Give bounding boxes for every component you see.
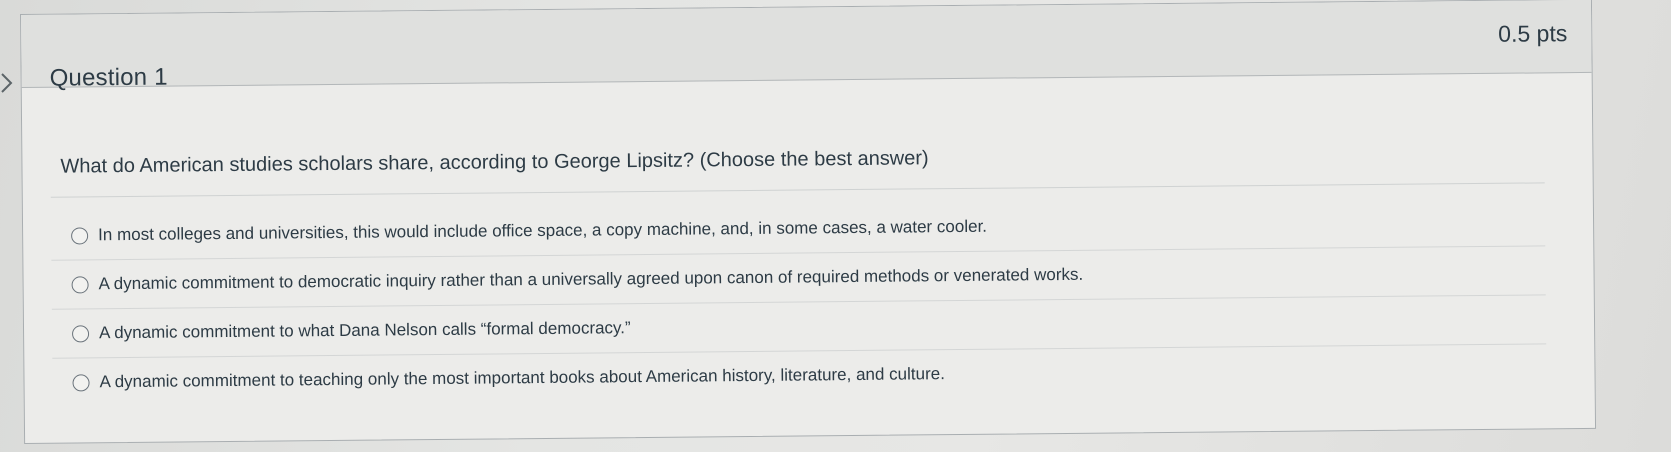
answer-label: A dynamic commitment to teaching only th… <box>99 364 945 392</box>
question-card: Question 1 0.5 pts What do American stud… <box>20 0 1597 444</box>
answer-label: A dynamic commitment to what Dana Nelson… <box>98 318 631 343</box>
question-points: 0.5 pts <box>1498 20 1568 47</box>
question-text: What do American studies scholars share,… <box>60 147 929 178</box>
question-title: Question 1 <box>49 63 168 92</box>
answer-list: In most colleges and universities, this … <box>50 197 1567 407</box>
radio-unchecked-icon[interactable] <box>71 324 90 343</box>
divider <box>50 182 1545 198</box>
radio-unchecked-icon[interactable] <box>71 275 89 294</box>
radio-unchecked-icon[interactable] <box>71 226 89 245</box>
chevron-right-icon[interactable] <box>0 72 14 94</box>
answer-label: In most colleges and universities, this … <box>98 216 988 245</box>
answer-label: A dynamic commitment to democratic inqui… <box>98 264 1084 294</box>
question-body: What do American studies scholars share,… <box>22 141 1594 407</box>
radio-unchecked-icon[interactable] <box>72 373 90 392</box>
question-header: Question 1 0.5 pts <box>21 0 1592 92</box>
